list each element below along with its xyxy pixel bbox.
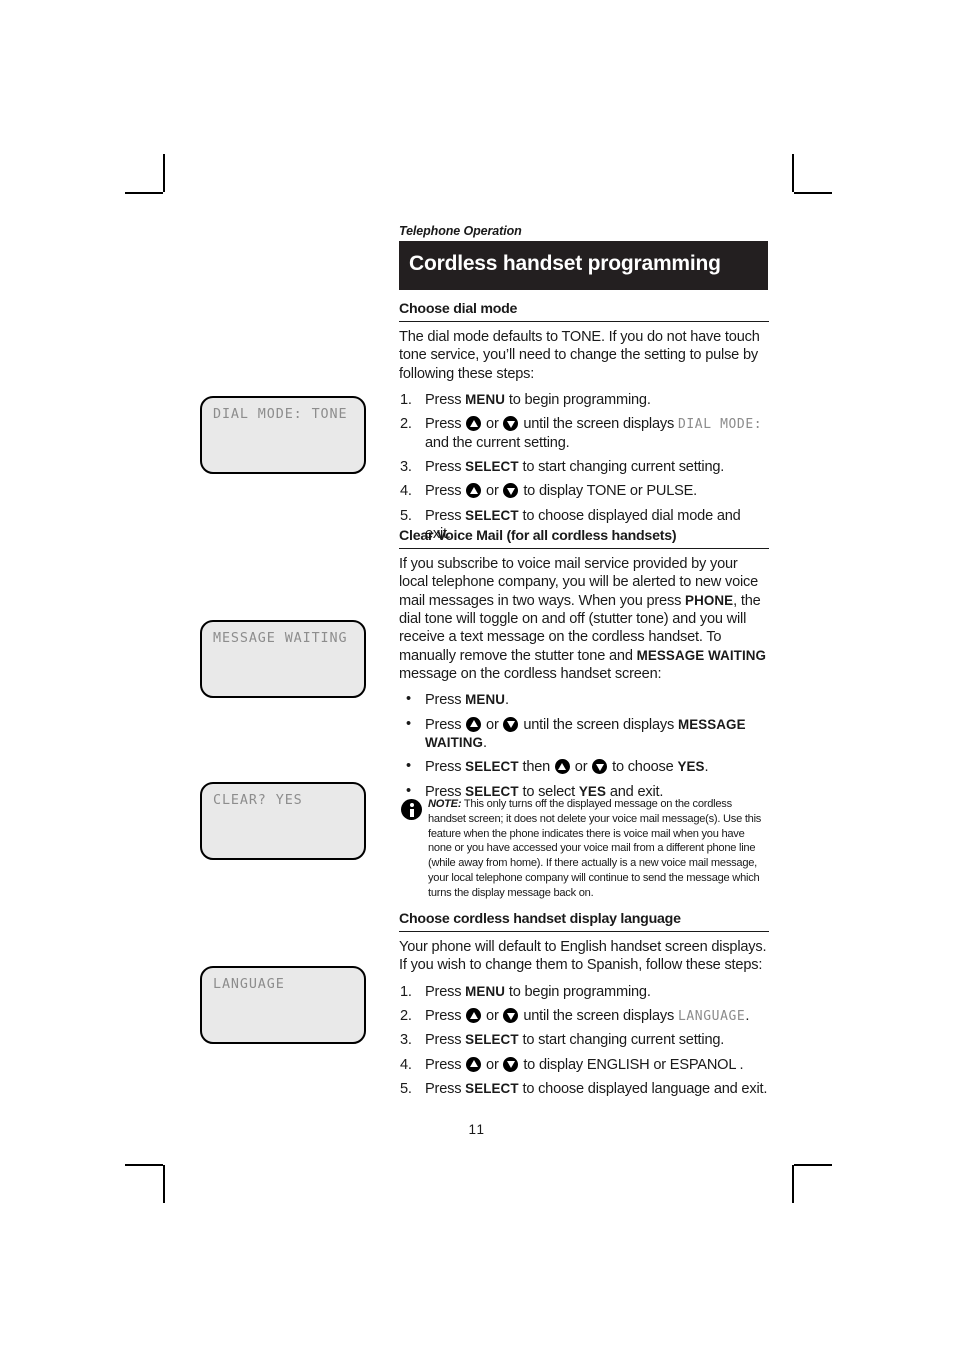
step-item: 4. Press or to display ENGLISH or ESPANOL… xyxy=(399,1056,769,1074)
bullet-item: • Press MENU. xyxy=(399,691,769,709)
arrow-up-key-icon xyxy=(466,416,482,432)
bullet-marker: • xyxy=(406,715,411,732)
step-text: Press SELECT to choose displayed languag… xyxy=(425,1081,768,1098)
bullet-text: Press MENU. xyxy=(425,692,509,709)
section-display-language: Choose cordless handset display language… xyxy=(399,911,769,1105)
emphasis-key-label: SELECT xyxy=(465,507,519,523)
arrow-up-key-icon xyxy=(466,1056,482,1072)
emphasis-key-label: SELECT xyxy=(465,1032,519,1048)
arrow-down-key-icon xyxy=(503,483,519,499)
emphasis-key-label: MENU xyxy=(465,692,505,708)
crop-mark-top-left-v xyxy=(163,154,165,192)
step-item: 4. Press or to display TONE or PULSE. xyxy=(399,482,769,500)
emphasis-key-label: MESSAGE WAITING xyxy=(636,647,767,663)
step-text: Press or until the screen displays DIAL … xyxy=(425,416,763,451)
steps-list: 1. Press MENU to begin programming. 2. Pres… xyxy=(399,391,769,544)
arrow-down-key-icon xyxy=(503,716,519,732)
crop-mark-bottom-right-v xyxy=(792,1165,794,1203)
step-text: Press SELECT to start changing current s… xyxy=(425,1032,725,1049)
section-intro: If you subscribe to voice mail service p… xyxy=(399,556,767,682)
step-number: 1. xyxy=(400,983,412,1000)
arrow-down-key-icon xyxy=(503,416,519,432)
step-number: 5. xyxy=(400,507,412,524)
crop-mark-bottom-left-h xyxy=(125,1164,163,1166)
section-intro: Your phone will default to English hands… xyxy=(399,939,767,974)
section-choose-dial-mode: Choose dial mode The dial mode defaults … xyxy=(399,301,769,550)
section-heading: Choose cordless handset display language xyxy=(399,911,769,933)
arrow-up-key-icon xyxy=(466,483,482,499)
arrow-up-key-icon xyxy=(554,759,570,775)
info-icon xyxy=(401,799,422,820)
bullet-marker: • xyxy=(406,691,411,708)
page-number: 11 xyxy=(468,1122,486,1137)
step-text: Press MENU to begin programming. xyxy=(425,983,651,1000)
lcd-screen-text: MESSAGE WAITING xyxy=(213,631,348,646)
arrow-up-key-icon xyxy=(466,1008,482,1024)
arrow-up-key-icon xyxy=(466,716,482,732)
section-heading: Choose dial mode xyxy=(399,301,769,323)
note-block: NOTE: This only turns off the displayed … xyxy=(399,797,769,901)
step-text: Press or to display ENGLISH or ESPANOL . xyxy=(425,1056,744,1073)
running-head: Telephone Operation xyxy=(399,224,522,238)
emphasis-key-label: MENU xyxy=(465,391,505,407)
step-number: 5. xyxy=(400,1081,412,1098)
lcd-screen-language: LANGUAGE xyxy=(200,966,366,1044)
step-number: 4. xyxy=(400,483,412,500)
lcd-inline-text: LANGUAGE xyxy=(677,1009,746,1025)
emphasis-key-label: PHONE xyxy=(685,592,734,608)
crop-mark-bottom-left-v xyxy=(163,1165,165,1203)
bullet-text: Press or until the screen displays MESSA… xyxy=(425,716,746,751)
step-number: 2. xyxy=(400,416,412,433)
step-item: 3. Press SELECT to start changing current… xyxy=(399,1031,769,1049)
arrow-down-key-icon xyxy=(503,1008,519,1024)
bullet-marker: • xyxy=(406,758,411,775)
lcd-screen-dial-mode: DIAL MODE: TONE xyxy=(200,396,366,474)
step-item: 5. Press SELECT to choose displayed langu… xyxy=(399,1080,769,1098)
step-text: Press or to display TONE or PULSE. xyxy=(425,483,698,500)
note-text: NOTE: This only turns off the displayed … xyxy=(428,797,769,901)
step-item: 1. Press MENU to begin programming. xyxy=(399,983,769,1001)
emphasis-key-label: YES xyxy=(677,759,705,775)
note-lead: NOTE: xyxy=(428,798,462,810)
crop-mark-top-right-v xyxy=(792,154,794,192)
bullets-list: • Press MENU. • Press or until the screen d… xyxy=(399,691,769,801)
step-item: 3. Press SELECT to start changing current… xyxy=(399,458,769,476)
lcd-inline-text: DIAL MODE: xyxy=(677,417,763,433)
crop-mark-top-right-h xyxy=(794,192,832,194)
step-number: 3. xyxy=(400,1032,412,1049)
bullet-item: • Press SELECT then or to choose YES. xyxy=(399,758,769,776)
step-number: 1. xyxy=(400,391,412,408)
lcd-screen-clear-yes: CLEAR? YES xyxy=(200,782,366,860)
bullet-text: Press SELECT then or to choose YES. xyxy=(425,759,709,776)
section-intro: The dial mode defaults to TONE. If you d… xyxy=(399,329,760,382)
step-item: 2. Press or until the screen displays LAN… xyxy=(399,1007,769,1025)
emphasis-key-label: SELECT xyxy=(465,1081,519,1097)
step-number: 2. xyxy=(400,1008,412,1025)
lcd-screen-text: CLEAR? YES xyxy=(213,793,303,808)
arrow-down-key-icon xyxy=(503,1056,519,1072)
step-text: Press or until the screen displays LANGU… xyxy=(425,1008,750,1025)
section-heading: Clear Voice Mail (for all cordless hands… xyxy=(399,528,769,550)
emphasis-key-label: MENU xyxy=(465,983,505,999)
crop-mark-top-left-h xyxy=(125,192,163,194)
note-body: This only turns off the displayed messag… xyxy=(428,798,762,899)
manual-page: Telephone Operation Cordless handset pro… xyxy=(0,0,954,1351)
emphasis-key-label: SELECT xyxy=(465,759,519,775)
step-text: Press MENU to begin programming. xyxy=(425,391,651,408)
lcd-screen-text: DIAL MODE: TONE xyxy=(213,407,348,422)
section-clear-voice-mail: Clear Voice Mail (for all cordless hands… xyxy=(399,528,769,807)
step-item: 1. Press MENU to begin programming. xyxy=(399,391,769,409)
step-number: 4. xyxy=(400,1056,412,1073)
step-number: 3. xyxy=(400,459,412,476)
step-text: Press SELECT to start changing current s… xyxy=(425,459,725,476)
lcd-screen-text: LANGUAGE xyxy=(213,977,285,992)
emphasis-key-label: SELECT xyxy=(465,459,519,475)
lcd-screen-message-waiting: MESSAGE WAITING xyxy=(200,620,366,698)
bullet-item: • Press or until the screen displays MESS… xyxy=(399,716,769,753)
arrow-down-key-icon xyxy=(592,759,608,775)
page-title: Cordless handset programming xyxy=(409,252,721,275)
step-item: 2. Press or until the screen displays DIA… xyxy=(399,415,769,452)
steps-list: 1. Press MENU to begin programming. 2. Pres… xyxy=(399,983,769,1099)
crop-mark-bottom-right-h xyxy=(794,1164,832,1166)
